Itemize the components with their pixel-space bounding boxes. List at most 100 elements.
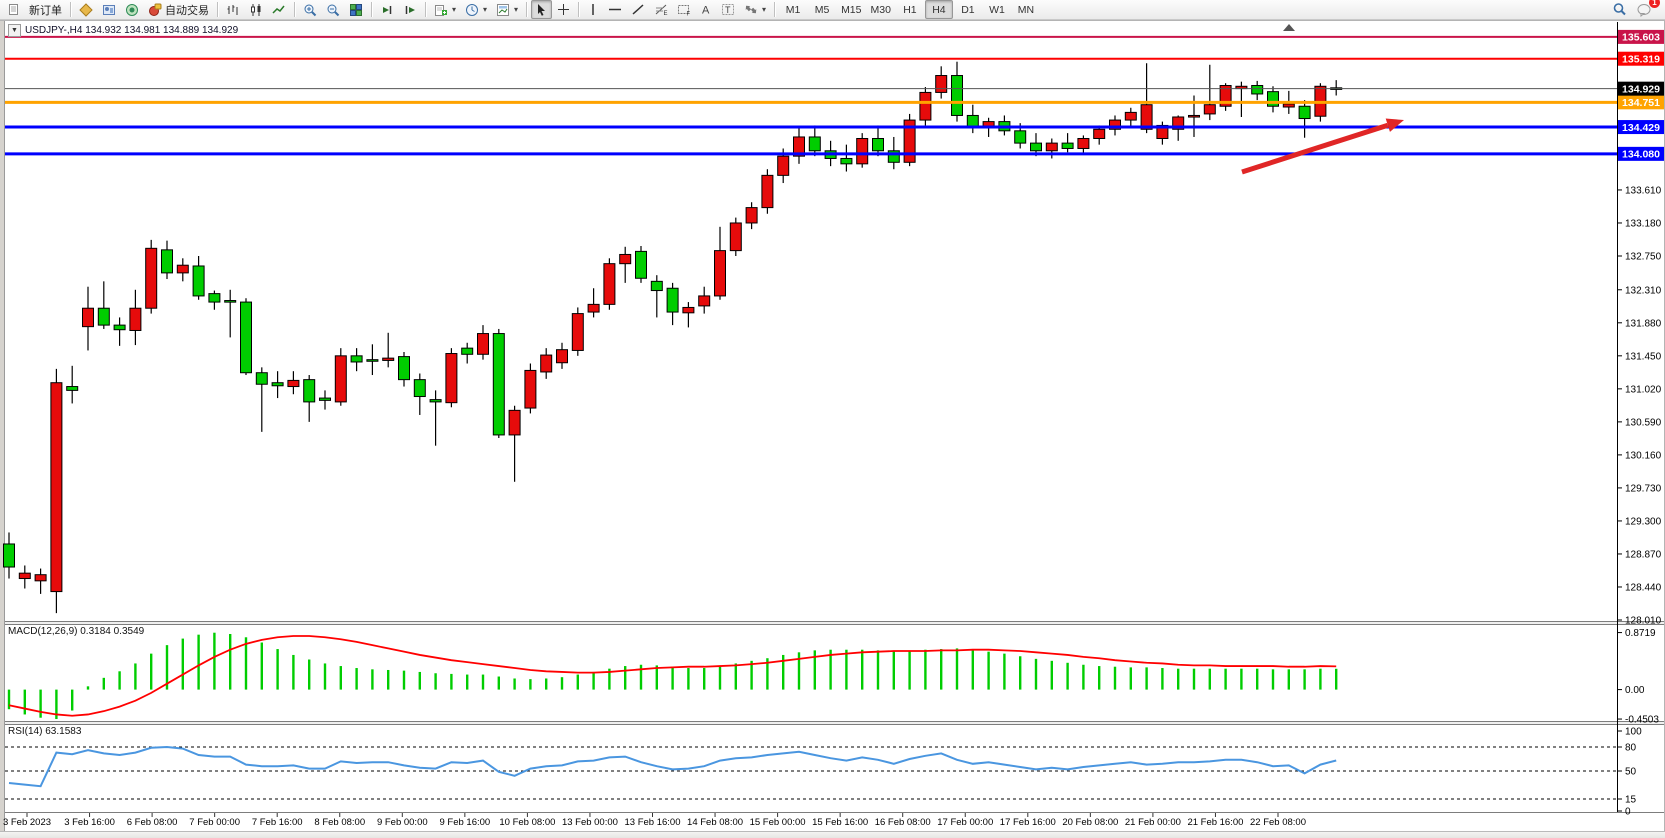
svg-text:128.010: 128.010: [1625, 616, 1662, 627]
chart-title-bar: ▼ USDJPY-,H4 134.932 134.981 134.889 134…: [8, 24, 238, 37]
svg-text:50: 50: [1625, 767, 1637, 778]
cursor-icon[interactable]: [531, 0, 552, 19]
bar-chart-icon[interactable]: [222, 0, 244, 19]
line-chart-icon[interactable]: [268, 0, 290, 19]
auto-trading-button[interactable]: 自动交易: [144, 0, 213, 19]
toolbar-separator: [425, 2, 426, 17]
toolbar-separator: [578, 2, 579, 17]
svg-text:80: 80: [1625, 743, 1637, 754]
status-bar: [0, 831, 1665, 838]
chart-shift-marker: [1283, 24, 1295, 31]
search-icon[interactable]: [1608, 0, 1631, 19]
new-chart-icon[interactable]: [3, 0, 24, 19]
svg-text:21 Feb 16:00: 21 Feb 16:00: [1187, 817, 1243, 828]
svg-text:132.310: 132.310: [1625, 285, 1662, 296]
svg-text:21 Feb 00:00: 21 Feb 00:00: [1125, 817, 1181, 828]
svg-text:15 Feb 16:00: 15 Feb 16:00: [812, 817, 868, 828]
svg-text:3 Feb 2023: 3 Feb 2023: [3, 817, 51, 828]
add-indicator-icon[interactable]: ▾: [430, 0, 460, 19]
macd-panel: 0.87190.00-0.4503: [9, 628, 1659, 725]
svg-text:130.160: 130.160: [1625, 450, 1662, 461]
rsi-indicator-label: RSI(14) 63.1583: [8, 726, 81, 737]
market-watch-icon[interactable]: [75, 0, 97, 19]
svg-text:0: 0: [1625, 807, 1631, 818]
svg-text:13 Feb 16:00: 13 Feb 16:00: [625, 817, 681, 828]
svg-text:0.00: 0.00: [1625, 685, 1645, 696]
timeframe-h1[interactable]: H1: [896, 0, 924, 19]
svg-text:13 Feb 00:00: 13 Feb 00:00: [562, 817, 618, 828]
svg-text:135.319: 135.319: [1622, 54, 1660, 66]
svg-text:128.870: 128.870: [1625, 549, 1662, 560]
text-label-icon[interactable]: T: [717, 0, 739, 19]
svg-text:14 Feb 08:00: 14 Feb 08:00: [687, 817, 743, 828]
text-icon[interactable]: A: [696, 0, 716, 19]
svg-text:16 Feb 08:00: 16 Feb 08:00: [875, 817, 931, 828]
svg-text:22 Feb 08:00: 22 Feb 08:00: [1250, 817, 1306, 828]
period-clock-icon[interactable]: ▾: [461, 0, 491, 19]
timeframe-mn[interactable]: MN: [1012, 0, 1040, 19]
timeframe-m30[interactable]: M30: [867, 0, 895, 19]
svg-text:131.450: 131.450: [1625, 351, 1662, 362]
svg-text:F: F: [687, 12, 691, 17]
svg-text:129.730: 129.730: [1625, 483, 1662, 494]
data-window-icon[interactable]: [98, 0, 120, 19]
svg-text:A: A: [702, 5, 710, 17]
auto-scroll-icon[interactable]: [376, 0, 398, 19]
arrows-icon[interactable]: ▾: [740, 0, 770, 19]
main-toolbar: 新订单 自动交易: [0, 0, 1665, 20]
price-axis: 134.040133.610133.180132.750132.310131.8…: [1617, 152, 1662, 626]
svg-text:17 Feb 00:00: 17 Feb 00:00: [937, 817, 993, 828]
svg-text:134.080: 134.080: [1622, 149, 1660, 161]
svg-text:100: 100: [1625, 727, 1642, 738]
zoom-in-icon[interactable]: [299, 0, 321, 19]
trendline-icon[interactable]: [627, 0, 649, 19]
timeframe-m1[interactable]: M1: [779, 0, 807, 19]
timeframe-label: M15: [841, 4, 861, 16]
svg-text:10 Feb 08:00: 10 Feb 08:00: [499, 817, 555, 828]
svg-text:9 Feb 00:00: 9 Feb 00:00: [377, 817, 428, 828]
tile-windows-icon[interactable]: [345, 0, 367, 19]
timeframe-w1[interactable]: W1: [983, 0, 1011, 19]
svg-text:9 Feb 16:00: 9 Feb 16:00: [439, 817, 490, 828]
timeframe-label: M5: [815, 4, 830, 16]
svg-text:7 Feb 00:00: 7 Feb 00:00: [189, 817, 240, 828]
dropdown-caret: ▾: [452, 5, 456, 14]
timeframe-h4[interactable]: H4: [925, 0, 953, 19]
auto-trading-label: 自动交易: [165, 2, 209, 18]
toolbar-separator: [294, 2, 295, 17]
new-order-label: 新订单: [29, 2, 62, 18]
svg-text:135.603: 135.603: [1622, 32, 1660, 44]
chart-canvas[interactable]: 134.040133.610133.180132.750132.310131.8…: [0, 0, 1665, 838]
svg-text:20 Feb 08:00: 20 Feb 08:00: [1062, 817, 1118, 828]
new-order-button[interactable]: 新订单: [25, 0, 66, 19]
notification-badge: 1: [1649, 0, 1660, 8]
vertical-line-icon[interactable]: [583, 0, 603, 19]
channel-icon[interactable]: F: [673, 0, 695, 19]
zoom-out-icon[interactable]: [322, 0, 344, 19]
navigator-icon[interactable]: [121, 0, 143, 19]
template-icon[interactable]: ▾: [492, 0, 522, 19]
svg-text:133.180: 133.180: [1625, 218, 1662, 229]
svg-text:134.751: 134.751: [1622, 97, 1660, 109]
timeframe-m5[interactable]: M5: [808, 0, 836, 19]
level-lines: 135.603135.319134.751134.429134.080: [5, 30, 1664, 161]
toolbar-separator: [70, 2, 71, 17]
svg-text:8 Feb 08:00: 8 Feb 08:00: [314, 817, 365, 828]
toolbar-separator: [526, 2, 527, 17]
timeframe-label: D1: [961, 4, 974, 16]
fibonacci-icon[interactable]: E: [650, 0, 672, 19]
notifications-icon[interactable]: 1: [1632, 0, 1656, 19]
crosshair-icon[interactable]: [553, 0, 574, 19]
symbol-dropdown-icon[interactable]: ▼: [8, 24, 21, 37]
svg-text:0.8719: 0.8719: [1625, 628, 1656, 639]
timeframe-label: M30: [871, 4, 891, 16]
candlestick-chart-icon[interactable]: [245, 0, 267, 19]
svg-text:T: T: [725, 5, 731, 15]
horizontal-line-icon[interactable]: [604, 0, 626, 19]
dropdown-caret: ▾: [514, 5, 518, 14]
timeframe-d1[interactable]: D1: [954, 0, 982, 19]
toolbar-separator: [217, 2, 218, 17]
chart-shift-icon[interactable]: [399, 0, 421, 19]
svg-text:128.440: 128.440: [1625, 582, 1662, 593]
timeframe-m15[interactable]: M15: [837, 0, 865, 19]
